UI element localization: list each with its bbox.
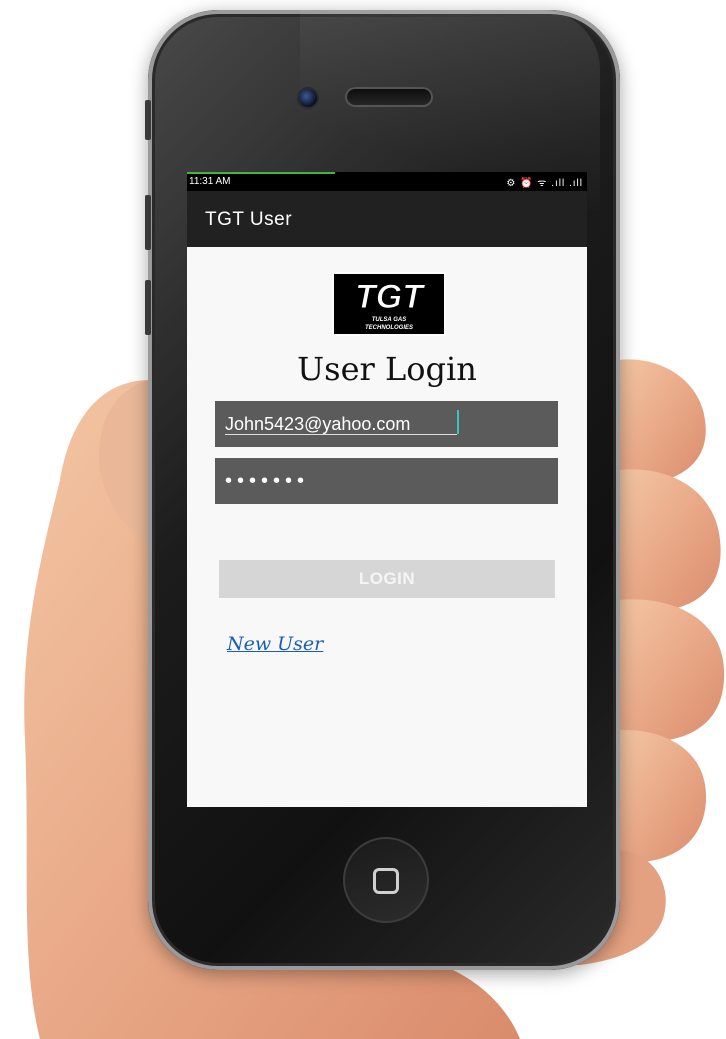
text-cursor [457,410,459,434]
new-user-link[interactable]: New User [227,633,323,655]
password-dots: ••••••• [225,469,310,492]
tgt-logo: TGT TULSA GAS TECHNOLOGIES [332,272,446,336]
logo-subtitle-1: TULSA GAS [372,317,406,323]
status-time: 11:31 AM [189,176,231,187]
app-title: TGT User [205,209,293,230]
app-bar: TGT User [187,191,587,247]
mute-switch [145,100,151,140]
email-underline [225,434,457,435]
tgt-logo-graphic: TGT TULSA GAS TECHNOLOGIES [334,274,444,334]
login-heading: User Login [297,350,477,388]
logo-text: TGT [355,278,426,316]
volume-down-button [145,280,151,335]
earpiece-speaker [345,87,433,107]
phone-screen: 11:31 AM ⚙ ⏰ ᯤ .ıll .ıll TGT User TGT TU… [187,172,587,807]
status-bar: 11:31 AM ⚙ ⏰ ᯤ .ıll .ıll [187,172,587,191]
status-icons: ⚙ ⏰ ᯤ .ıll .ıll [506,178,583,189]
logo-subtitle-2: TECHNOLOGIES [365,325,413,331]
front-camera-icon [299,89,317,107]
login-button[interactable]: LOGIN [219,560,555,598]
status-progress-indicator [187,172,335,174]
password-field[interactable]: ••••••• [215,458,558,504]
email-field[interactable] [215,401,558,447]
volume-up-button [145,195,151,250]
home-square-icon [373,868,399,894]
